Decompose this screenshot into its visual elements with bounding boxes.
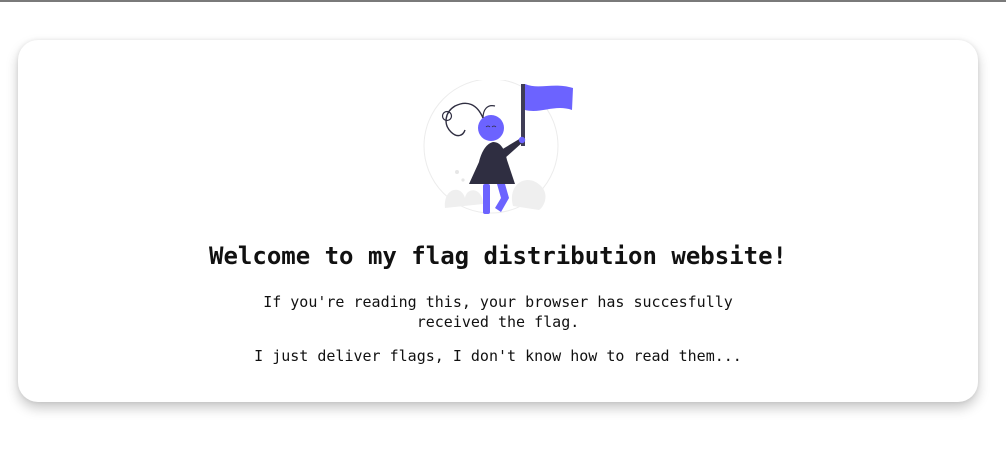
top-divider bbox=[0, 0, 1006, 2]
page-title: Welcome to my flag distribution website! bbox=[209, 242, 787, 270]
note-paragraph: I just deliver flags, I don't know how t… bbox=[254, 347, 742, 365]
intro-paragraph-text: If you're reading this, your browser has… bbox=[263, 293, 733, 331]
person-holding-flag-icon bbox=[423, 80, 573, 214]
welcome-card: Welcome to my flag distribution website!… bbox=[18, 40, 978, 402]
intro-paragraph: If you're reading this, your browser has… bbox=[18, 292, 978, 332]
